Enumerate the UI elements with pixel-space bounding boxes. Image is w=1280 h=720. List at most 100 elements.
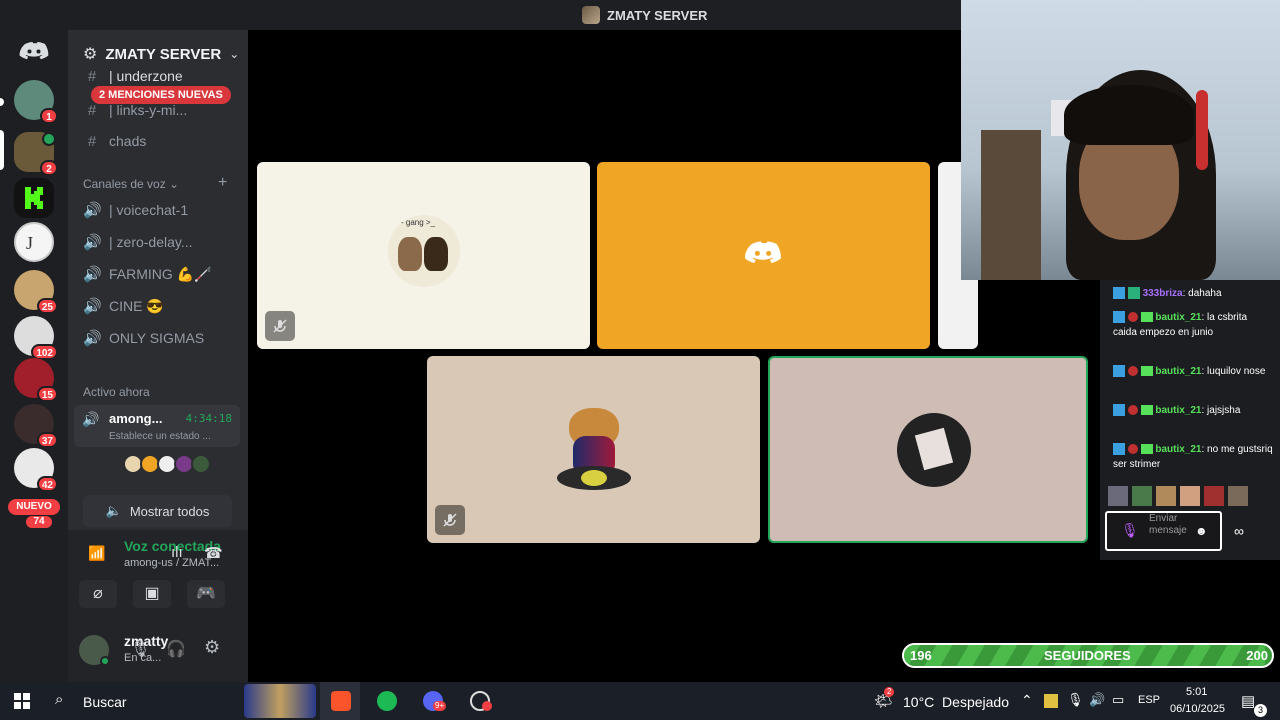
chat-username[interactable]: bautix_21	[1155, 312, 1201, 323]
disconnect-icon[interactable]: ☎	[204, 544, 223, 562]
chat-text: : jajsjsha	[1201, 405, 1241, 416]
volume-icon[interactable]: 🔊	[1089, 692, 1105, 708]
emote-icon[interactable]	[1180, 486, 1200, 506]
chat-username[interactable]: bautix_21	[1155, 405, 1201, 416]
voice-category[interactable]: Canales de voz ⌄	[83, 177, 179, 191]
show-all-button[interactable]: 🔈 Mostrar todos	[83, 495, 232, 527]
active-avatars	[123, 454, 211, 474]
brave-browser-icon[interactable]	[331, 691, 351, 711]
badge-icon	[1127, 444, 1138, 455]
badge-icon	[1140, 312, 1153, 323]
emote-icon[interactable]	[1204, 486, 1224, 506]
voice-active-icon	[42, 132, 56, 146]
chat-username[interactable]: 333briza	[1143, 288, 1183, 299]
microphone-tray-icon[interactable]: 🎙	[1067, 692, 1084, 708]
discord-home-icon[interactable]	[14, 38, 54, 66]
follower-goal: 200	[1246, 648, 1268, 663]
clock-date[interactable]: 06/10/2025	[1170, 703, 1225, 715]
server-icon-zmaty[interactable]: 2	[14, 132, 58, 176]
soundboard-slot	[187, 580, 225, 608]
badge-icon	[1113, 311, 1125, 324]
hash-icon: #	[87, 67, 97, 85]
noise-suppression-icon[interactable]: ılı	[171, 544, 183, 561]
chat-username[interactable]: bautix_21	[1155, 444, 1201, 455]
signal-icon: 📶	[88, 545, 106, 561]
server-icon-5[interactable]: 25	[14, 270, 58, 314]
background-furniture	[981, 130, 1041, 280]
server-icon-kick[interactable]	[14, 178, 54, 218]
add-channel-icon[interactable]: +	[218, 174, 227, 192]
taskbar-search[interactable]: Buscar	[83, 694, 127, 710]
tray-app-icon[interactable]	[1044, 694, 1058, 708]
speaker-icon: 🔊	[83, 266, 102, 283]
emote-icon[interactable]	[1228, 486, 1248, 506]
hash-icon: #	[87, 132, 97, 150]
active-now-heading: Activo ahora	[83, 385, 150, 399]
badge-icon	[1113, 365, 1125, 378]
headset-icon	[1196, 90, 1208, 170]
discord-taskbar-icon[interactable]: 9+	[423, 691, 447, 711]
voice-channel-1[interactable]: 🔊 | voicechat-1	[83, 197, 188, 223]
microphone-icon[interactable]: 🎙	[1121, 522, 1139, 539]
settings-gear-icon[interactable]: ⚙	[204, 637, 220, 658]
bits-icon[interactable]: ∞	[1234, 523, 1244, 539]
status-prompt[interactable]: Establece un estado ...	[109, 431, 211, 442]
voice-channel-cine[interactable]: 🔊 CINE 😎	[83, 293, 164, 319]
server-icon-small	[582, 6, 600, 24]
server-header[interactable]: ⚙ ZMATY SERVER ⌄	[83, 44, 239, 64]
camera-off-button[interactable]: ⌀	[79, 580, 117, 608]
streamer-hair	[1064, 85, 1194, 145]
mention-badge: 74	[26, 516, 52, 528]
active-timer: 4:34:18	[185, 412, 232, 425]
participant-tile-1[interactable]: - gang >_	[257, 162, 590, 349]
emote-icon[interactable]	[1132, 486, 1152, 506]
search-icon[interactable]: ⌕	[55, 691, 63, 708]
emote-icon[interactable]	[1156, 486, 1176, 506]
active-channel-card[interactable]: 🔊 among... 4:34:18 Establece un estado .…	[74, 405, 240, 447]
spotify-icon[interactable]	[377, 691, 397, 711]
headphones-icon[interactable]: 🎧	[166, 639, 186, 659]
server-icon-7[interactable]: 15	[14, 358, 58, 402]
participant-tile-5-speaking[interactable]	[768, 356, 1088, 543]
mention-badge: 37	[36, 432, 58, 448]
search-highlight-image	[244, 684, 316, 718]
clock-time[interactable]: 5:01	[1186, 686, 1207, 698]
voice-channel-farming[interactable]: 🔊 FARMING 💪🦯	[83, 261, 212, 287]
windows-start-icon[interactable]	[14, 693, 30, 712]
microphone-icon[interactable]: 🎙	[130, 639, 150, 659]
server-icon-9[interactable]: 42	[14, 448, 58, 492]
channel-chads[interactable]: # chads	[83, 128, 147, 154]
avatar-figure	[424, 237, 448, 271]
chat-username[interactable]: bautix_21	[1155, 366, 1201, 377]
avatar	[191, 454, 211, 474]
server-icon-8[interactable]: 37	[14, 404, 58, 448]
badge-icon	[1113, 404, 1125, 417]
badge-icon	[1113, 287, 1125, 300]
voice-channel-sigmas[interactable]: 🔊 ONLY SIGMAS	[83, 325, 204, 351]
chat-input-placeholder: Enviar mensaje	[1149, 513, 1187, 536]
badge-icon	[1113, 443, 1125, 456]
notifications-icon[interactable]: ▤	[1241, 692, 1255, 710]
avatar-figure	[914, 427, 954, 471]
channel-underzone[interactable]: # | underzone	[83, 66, 183, 86]
speaker-icon: 🔊	[82, 411, 100, 427]
network-icon[interactable]: ▭	[1112, 692, 1124, 708]
badge-icon	[1140, 405, 1153, 416]
speaker-icon: 🔊	[83, 202, 102, 219]
voice-channel-2[interactable]: 🔊 | zero-delay...	[83, 229, 193, 255]
server-icon-4[interactable]: J	[14, 222, 54, 262]
emote-icon[interactable]	[1108, 486, 1128, 506]
screen-share-button[interactable]: ▣	[133, 580, 171, 608]
participant-tile-4[interactable]	[427, 356, 760, 543]
emoji-icon[interactable]: ☻	[1195, 524, 1208, 538]
muted-mic-icon	[435, 505, 465, 535]
server-icon-6[interactable]: 102	[14, 316, 58, 360]
weather-text[interactable]: 10°C Despejado	[903, 694, 1009, 710]
participant-tile-2[interactable]	[597, 162, 930, 349]
server-icon-1[interactable]: 1	[14, 80, 58, 124]
chat-message: 333briza: dahaha	[1113, 286, 1273, 301]
new-mentions-pill[interactable]: 2 MENCIONES NUEVAS	[91, 86, 231, 104]
language-indicator[interactable]: ESP	[1138, 694, 1160, 706]
chat-input[interactable]: 🎙 Enviar mensaje ☻	[1105, 511, 1222, 551]
chevron-up-icon[interactable]: ⌃	[1021, 692, 1033, 709]
